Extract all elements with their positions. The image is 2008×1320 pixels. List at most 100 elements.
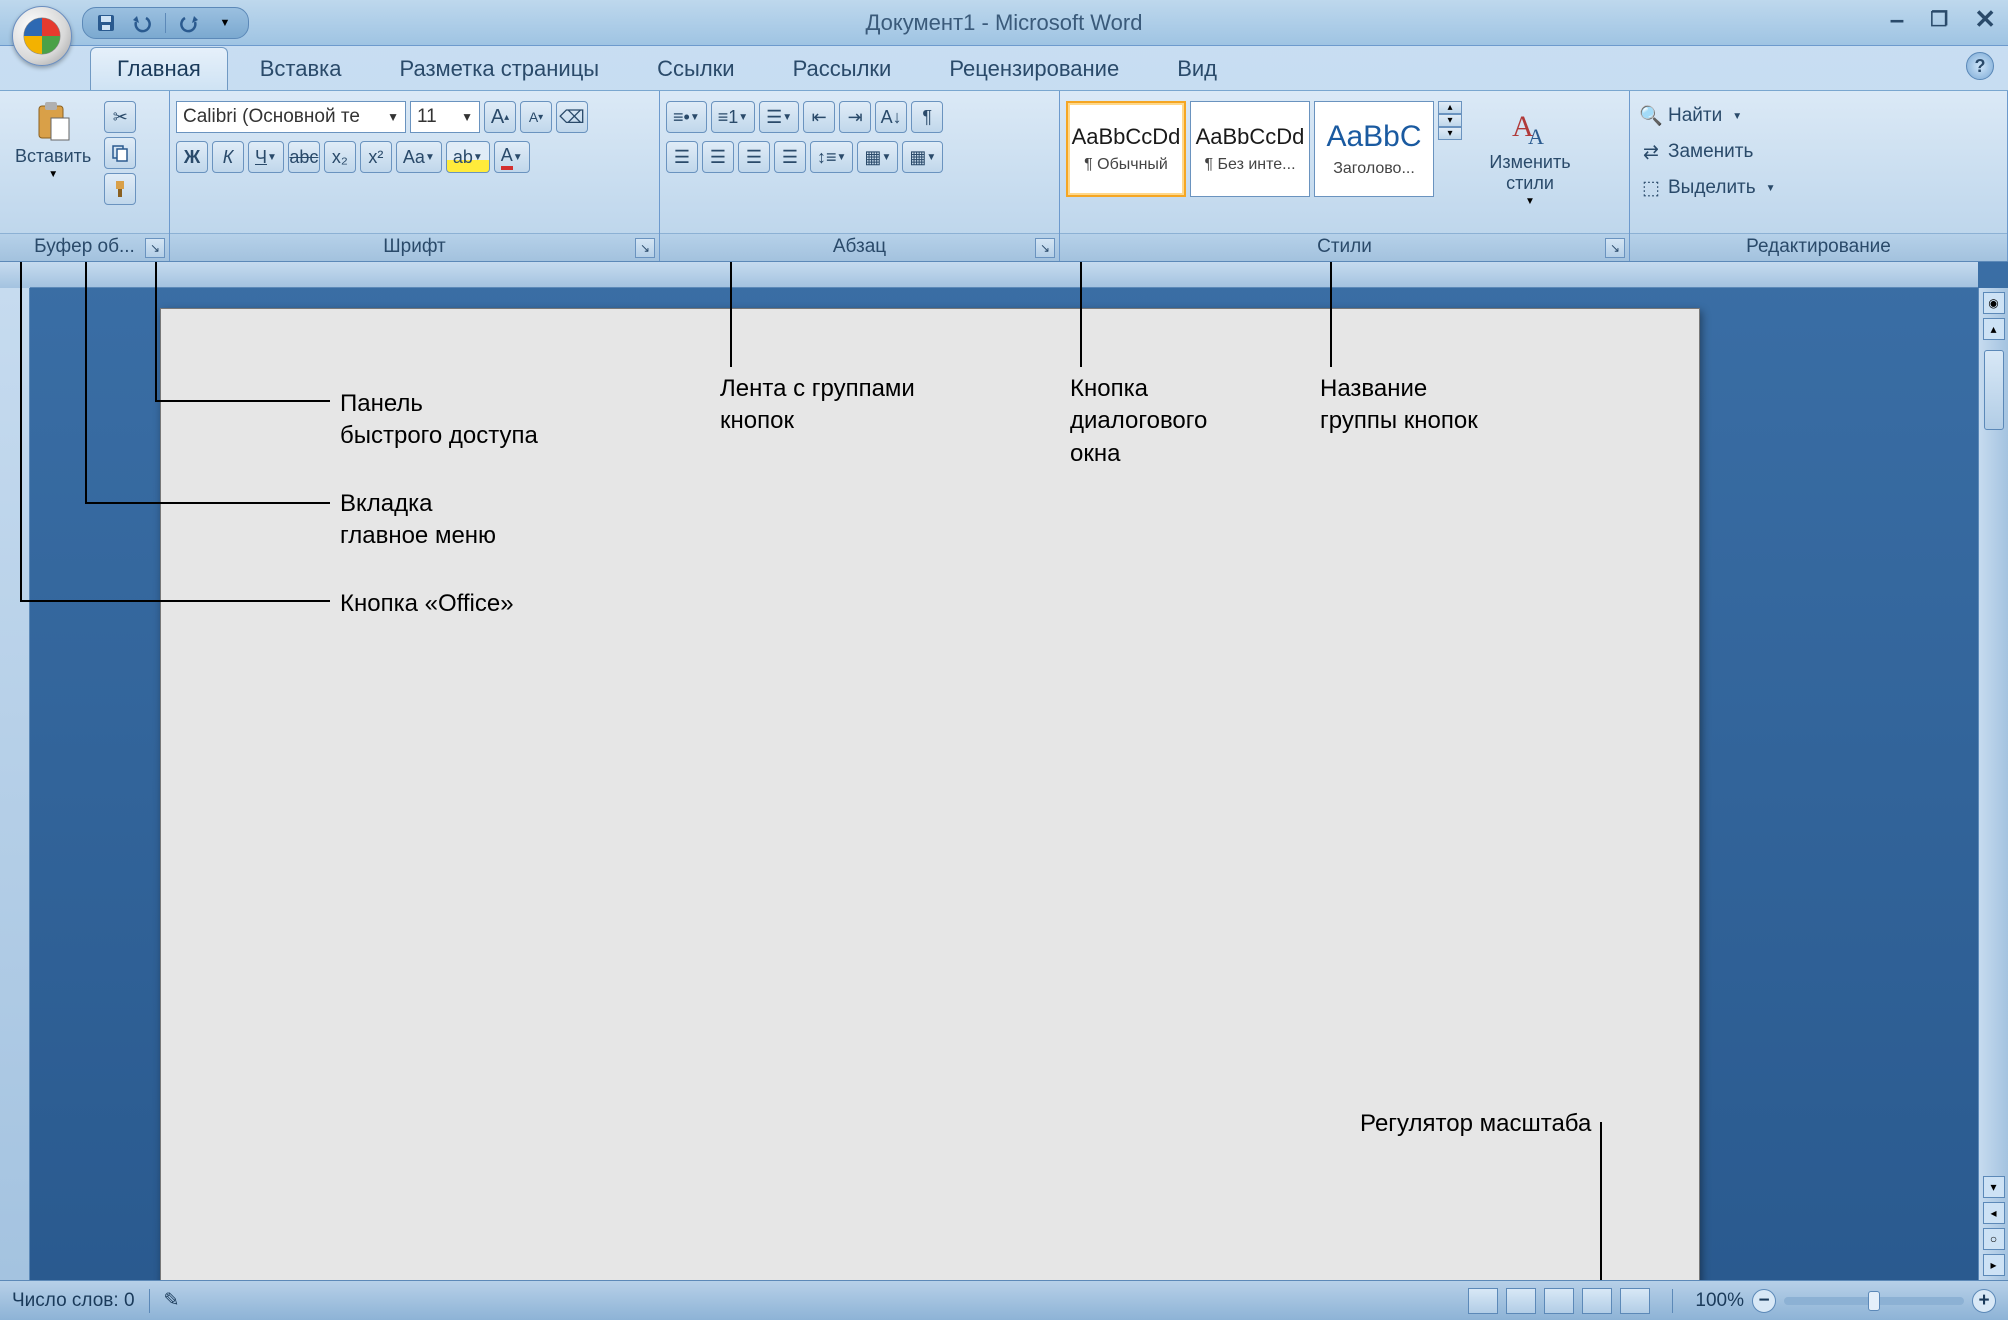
tab-insert[interactable]: Вставка xyxy=(234,48,368,90)
format-painter-button[interactable] xyxy=(104,173,136,205)
underline-button[interactable]: Ч ▼ xyxy=(248,141,284,173)
view-draft-button[interactable] xyxy=(1620,1288,1650,1314)
change-case-button[interactable]: Aa▼ xyxy=(396,141,442,173)
find-button[interactable]: 🔍 Найти ▼ xyxy=(1636,103,1780,129)
superscript-button[interactable]: x² xyxy=(360,141,392,173)
increase-indent-button[interactable]: ⇥ xyxy=(839,101,871,133)
eraser-icon: ⌫ xyxy=(559,107,584,128)
font-name-combo[interactable]: Calibri (Основной те▼ xyxy=(176,101,406,133)
chevron-down-icon: ▼ xyxy=(267,152,277,163)
align-center-button[interactable]: ☰ xyxy=(702,141,734,173)
restore-button[interactable]: ❐ xyxy=(1930,7,1948,32)
shrink-font-button[interactable]: A▾ xyxy=(520,101,552,133)
grow-font-button[interactable]: A▴ xyxy=(484,101,516,133)
font-size-combo[interactable]: 11▼ xyxy=(410,101,480,133)
change-styles-button[interactable]: AA Изменить стили ▼ xyxy=(1476,101,1584,212)
tab-page-layout[interactable]: Разметка страницы xyxy=(374,48,626,90)
group-label-editing: Редактирование xyxy=(1630,233,2007,261)
bullets-button[interactable]: ≡•▼ xyxy=(666,101,707,133)
zoom-slider[interactable] xyxy=(1784,1297,1964,1305)
bold-button[interactable]: Ж xyxy=(176,141,208,173)
styles-dialog-launcher[interactable]: ↘ xyxy=(1605,238,1625,258)
tab-view[interactable]: Вид xyxy=(1151,48,1243,90)
callout-line xyxy=(20,262,22,600)
shading-button[interactable]: ▦▼ xyxy=(857,141,898,173)
scissors-icon: ✂ xyxy=(113,107,128,128)
font-color-icon: A xyxy=(501,145,513,170)
highlight-button[interactable]: ab▼ xyxy=(446,141,490,173)
callout-line xyxy=(155,400,330,402)
style-normal[interactable]: AaBbCcDd ¶ Обычный xyxy=(1066,101,1186,197)
office-button[interactable] xyxy=(12,6,72,66)
italic-button[interactable]: К xyxy=(212,141,244,173)
annotation-main-tab: Вкладка главное меню xyxy=(340,488,496,553)
qat-undo-button[interactable] xyxy=(129,10,155,36)
qat-customize-button[interactable]: ▼ xyxy=(212,10,238,36)
zoom-slider-knob[interactable] xyxy=(1868,1291,1880,1311)
scroll-up-button[interactable]: ▴ xyxy=(1983,318,2005,340)
align-right-button[interactable]: ☰ xyxy=(738,141,770,173)
styles-gallery-more[interactable]: ▴ ▾ ▾ xyxy=(1438,101,1462,140)
tab-review[interactable]: Рецензирование xyxy=(923,48,1145,90)
vertical-ruler[interactable] xyxy=(0,288,30,1280)
save-icon xyxy=(96,13,116,33)
select-button[interactable]: ⬚ Выделить ▼ xyxy=(1636,175,1780,201)
decrease-indent-button[interactable]: ⇤ xyxy=(803,101,835,133)
group-font: Calibri (Основной те▼ 11▼ A▴ A▾ ⌫ Ж К Ч … xyxy=(170,91,660,261)
zoom-out-button[interactable]: − xyxy=(1752,1289,1776,1313)
font-color-button[interactable]: A▼ xyxy=(494,141,530,173)
view-web-button[interactable] xyxy=(1544,1288,1574,1314)
zoom-level[interactable]: 100% xyxy=(1695,1290,1744,1312)
show-marks-button[interactable]: ¶ xyxy=(911,101,943,133)
callout-line xyxy=(1080,262,1082,367)
annotation-office: Кнопка «Office» xyxy=(340,588,514,620)
window-controls: – ❐ ✕ xyxy=(1890,4,1996,35)
style-heading1[interactable]: AaBbC Заголово... xyxy=(1314,101,1434,197)
window-title: Документ1 - Microsoft Word xyxy=(866,10,1143,36)
view-outline-button[interactable] xyxy=(1582,1288,1612,1314)
paragraph-dialog-launcher[interactable]: ↘ xyxy=(1035,238,1055,258)
chevron-down-icon: ▼ xyxy=(48,169,58,180)
close-button[interactable]: ✕ xyxy=(1974,4,1996,35)
justify-button[interactable]: ☰ xyxy=(774,141,806,173)
browse-object-button[interactable]: ○ xyxy=(1983,1228,2005,1250)
tab-references[interactable]: Ссылки xyxy=(631,48,760,90)
clipboard-dialog-launcher[interactable]: ↘ xyxy=(145,238,165,258)
vertical-scrollbar[interactable]: ◉ ▴ ▾ ◂ ○ ▸ xyxy=(1978,288,2008,1280)
line-spacing-button[interactable]: ↕≡▼ xyxy=(810,141,853,173)
borders-button[interactable]: ▦▼ xyxy=(902,141,943,173)
scroll-down-button[interactable]: ▾ xyxy=(1983,1176,2005,1198)
help-button[interactable]: ? xyxy=(1966,52,1994,80)
numbering-button[interactable]: ≡1▼ xyxy=(711,101,755,133)
callout-line xyxy=(85,502,330,504)
workspace: Панель быстрого доступа Вкладка главное … xyxy=(0,262,2008,1280)
clear-formatting-button[interactable]: ⌫ xyxy=(556,101,588,133)
cut-button[interactable]: ✂ xyxy=(104,101,136,133)
qat-redo-button[interactable] xyxy=(176,10,202,36)
paste-button[interactable]: Вставить ▼ xyxy=(6,95,100,185)
scroll-thumb[interactable] xyxy=(1984,350,2004,430)
zoom-in-button[interactable]: + xyxy=(1972,1289,1996,1313)
prev-page-button[interactable]: ◂ xyxy=(1983,1202,2005,1224)
more-icon: ▾ xyxy=(1438,127,1462,140)
align-left-button[interactable]: ☰ xyxy=(666,141,698,173)
ruler-toggle-button[interactable]: ◉ xyxy=(1983,292,2005,314)
status-word-count[interactable]: Число слов: 0 xyxy=(12,1290,135,1312)
status-proofing-icon[interactable]: ✎ xyxy=(164,1289,180,1312)
sort-button[interactable]: A↓ xyxy=(875,101,907,133)
subscript-button[interactable]: x₂ xyxy=(324,141,356,173)
qat-save-button[interactable] xyxy=(93,10,119,36)
tab-mailings[interactable]: Рассылки xyxy=(767,48,918,90)
font-dialog-launcher[interactable]: ↘ xyxy=(635,238,655,258)
strikethrough-button[interactable]: abc xyxy=(288,141,320,173)
multilevel-button[interactable]: ☰▼ xyxy=(759,101,799,133)
view-full-screen-button[interactable] xyxy=(1506,1288,1536,1314)
view-print-layout-button[interactable] xyxy=(1468,1288,1498,1314)
tab-home[interactable]: Главная xyxy=(90,47,228,90)
copy-button[interactable] xyxy=(104,137,136,169)
next-page-button[interactable]: ▸ xyxy=(1983,1254,2005,1276)
style-no-spacing[interactable]: AaBbCcDd ¶ Без инте... xyxy=(1190,101,1310,197)
replace-button[interactable]: ⇄ Заменить xyxy=(1636,139,1780,165)
horizontal-ruler[interactable] xyxy=(30,262,1978,288)
minimize-button[interactable]: – xyxy=(1890,4,1904,35)
